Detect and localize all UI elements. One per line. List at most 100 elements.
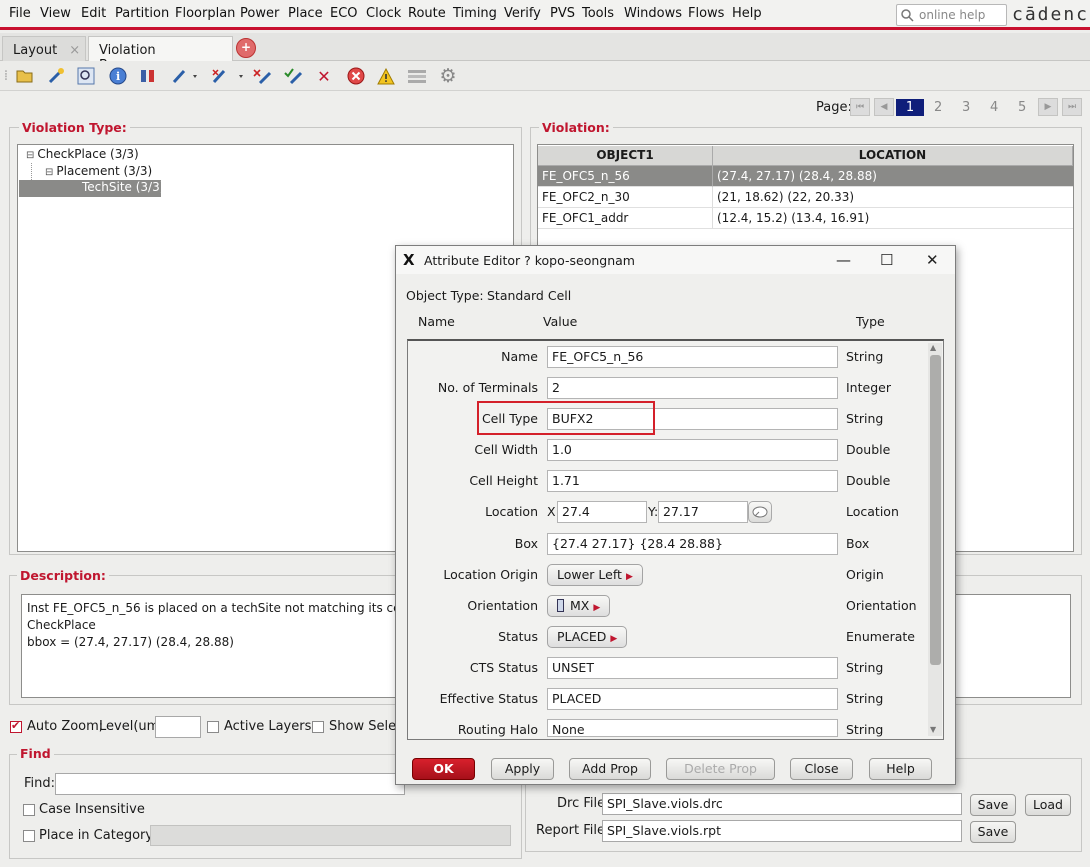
report-file-input[interactable]: SPI_Slave.viols.rpt	[602, 820, 962, 842]
case-insensitive-checkbox[interactable]	[23, 804, 35, 816]
menu-edit[interactable]: Edit	[81, 6, 106, 21]
gear-icon[interactable]: ⚙	[438, 65, 458, 87]
ok-button[interactable]: OK	[412, 758, 475, 780]
name-field[interactable]: FE_OFC5_n_56	[547, 346, 838, 368]
apply-button[interactable]: Apply	[491, 758, 554, 780]
column-header-object1[interactable]: OBJECT1	[538, 146, 713, 166]
drc-file-input[interactable]: SPI_Slave.viols.drc	[602, 793, 962, 815]
column-header-location[interactable]: LOCATION	[713, 146, 1073, 166]
drc-save-button[interactable]: Save	[970, 794, 1016, 816]
page-3[interactable]: 3	[962, 100, 970, 115]
check-icon[interactable]	[284, 66, 304, 86]
menu-file[interactable]: File	[9, 6, 31, 21]
show-selected-checkbox[interactable]	[312, 721, 324, 733]
zoom-icon[interactable]	[76, 66, 96, 86]
level-input[interactable]	[155, 716, 201, 738]
settings-list-icon[interactable]	[407, 66, 427, 86]
minimize-icon[interactable]: —	[836, 251, 851, 269]
table-row[interactable]: FE_OFC1_addr (12.4, 15.2) (13.4, 16.91)	[538, 208, 1073, 229]
menu-eco[interactable]: ECO	[330, 6, 358, 21]
tab-violation-browser[interactable]: Violation Browser×	[88, 36, 233, 73]
menu-flows[interactable]: Flows	[688, 6, 724, 21]
close-icon[interactable]: ×	[69, 43, 80, 58]
cts-status-field[interactable]: UNSET	[547, 657, 838, 679]
attr-type: Double	[846, 473, 891, 488]
routing-halo-field[interactable]: None	[547, 719, 838, 737]
prev-page-icon[interactable]: ◀	[874, 98, 894, 116]
pick-location-icon[interactable]	[748, 501, 772, 523]
cell-height-field[interactable]: 1.71	[547, 470, 838, 492]
attr-cell-height-label: Cell Height	[469, 473, 538, 488]
info-icon[interactable]: i	[108, 66, 128, 86]
terminals-field[interactable]: 2	[547, 377, 838, 399]
first-page-icon[interactable]: ⏮	[850, 98, 870, 116]
tree-item-techsite[interactable]: TechSite (3/3)	[19, 180, 164, 197]
menu-pvs[interactable]: PVS	[550, 6, 575, 21]
page-1[interactable]: 1	[896, 99, 924, 116]
mark-icon[interactable]	[253, 66, 273, 86]
open-folder-icon[interactable]	[15, 66, 35, 86]
menu-help[interactable]: Help	[732, 6, 762, 21]
tree-item-checkplace[interactable]: ⊟ CheckPlace (3/3)	[26, 147, 139, 161]
menu-timing[interactable]: Timing	[453, 6, 497, 21]
maximize-icon[interactable]: ☐	[880, 251, 893, 269]
scroll-up-icon[interactable]: ▲	[930, 343, 936, 352]
tree-item-placement[interactable]: ⊟ Placement (3/3)	[45, 164, 152, 178]
table-row[interactable]: FE_OFC2_n_30 (21, 18.62) (22, 20.33)	[538, 187, 1073, 208]
filter-icon[interactable]	[138, 66, 158, 86]
drc-load-button[interactable]: Load	[1025, 794, 1071, 816]
page-2[interactable]: 2	[934, 100, 942, 115]
add-tab-icon[interactable]: +	[236, 38, 256, 58]
table-row[interactable]: FE_OFC5_n_56 (27.4, 27.17) (28.4, 28.88)	[538, 166, 1073, 187]
last-page-icon[interactable]: ⏭	[1062, 98, 1082, 116]
location-origin-dropdown[interactable]: Lower Left ▶	[547, 564, 643, 586]
page-5[interactable]: 5	[1018, 100, 1026, 115]
location-x-field[interactable]: 27.4	[557, 501, 647, 523]
place-in-category-checkbox[interactable]	[23, 830, 35, 842]
menu-tools[interactable]: Tools	[582, 6, 614, 21]
stop-icon[interactable]	[346, 66, 366, 86]
orientation-dropdown[interactable]: MX ▶	[547, 595, 611, 617]
report-save-button[interactable]: Save	[970, 821, 1016, 843]
dialog-titlebar[interactable]: X Attribute Editor ? kopo-seongnam — ☐ ✕	[396, 246, 955, 274]
delete-prop-button[interactable]: Delete Prop	[666, 758, 775, 780]
collapse-icon[interactable]: ⊟	[26, 150, 34, 161]
attr-routing-halo-label: Routing Halo	[457, 722, 538, 737]
scrollbar-thumb[interactable]	[930, 355, 941, 665]
location-y-field[interactable]: 27.17	[658, 501, 748, 523]
menu-clock[interactable]: Clock	[366, 6, 401, 21]
close-icon[interactable]: ✕	[926, 251, 939, 269]
pen-icon[interactable]	[170, 66, 202, 86]
category-select[interactable]	[150, 825, 511, 846]
page-4[interactable]: 4	[990, 100, 998, 115]
add-prop-button[interactable]: Add Prop	[569, 758, 651, 780]
menu-power[interactable]: Power	[240, 6, 279, 21]
effective-status-field[interactable]: PLACED	[547, 688, 838, 710]
menu-floorplan[interactable]: Floorplan	[175, 6, 235, 21]
active-layers-checkbox[interactable]	[207, 721, 219, 733]
collapse-icon[interactable]: ⊟	[45, 167, 53, 178]
box-field[interactable]: {27.4 27.17} {28.4 28.88}	[547, 533, 838, 555]
edit-icon[interactable]	[210, 66, 248, 86]
next-page-icon[interactable]: ▶	[1038, 98, 1058, 116]
menu-windows[interactable]: Windows	[624, 6, 682, 21]
attribute-scrollbar[interactable]: ▲ ▼	[928, 343, 942, 736]
wizard-icon[interactable]	[46, 66, 66, 86]
menu-verify[interactable]: Verify	[504, 6, 541, 21]
cell-width-field[interactable]: 1.0	[547, 439, 838, 461]
online-help-search[interactable]: online help	[896, 4, 1007, 26]
auto-zoom-checkbox[interactable]	[10, 719, 22, 733]
scroll-down-icon[interactable]: ▼	[930, 725, 936, 734]
help-button[interactable]: Help	[869, 758, 932, 780]
delete-icon[interactable]: ✕	[314, 66, 334, 86]
tab-layout[interactable]: Layout ×	[2, 36, 86, 61]
menu-partition[interactable]: Partition	[115, 6, 169, 21]
close-button[interactable]: Close	[790, 758, 853, 780]
menu-view[interactable]: View	[40, 6, 71, 21]
find-input[interactable]	[55, 773, 405, 795]
attr-name-label: Name	[501, 349, 538, 364]
status-dropdown[interactable]: PLACED ▶	[547, 626, 628, 648]
menu-place[interactable]: Place	[288, 6, 323, 21]
menu-route[interactable]: Route	[408, 6, 446, 21]
warning-icon[interactable]	[376, 66, 396, 86]
